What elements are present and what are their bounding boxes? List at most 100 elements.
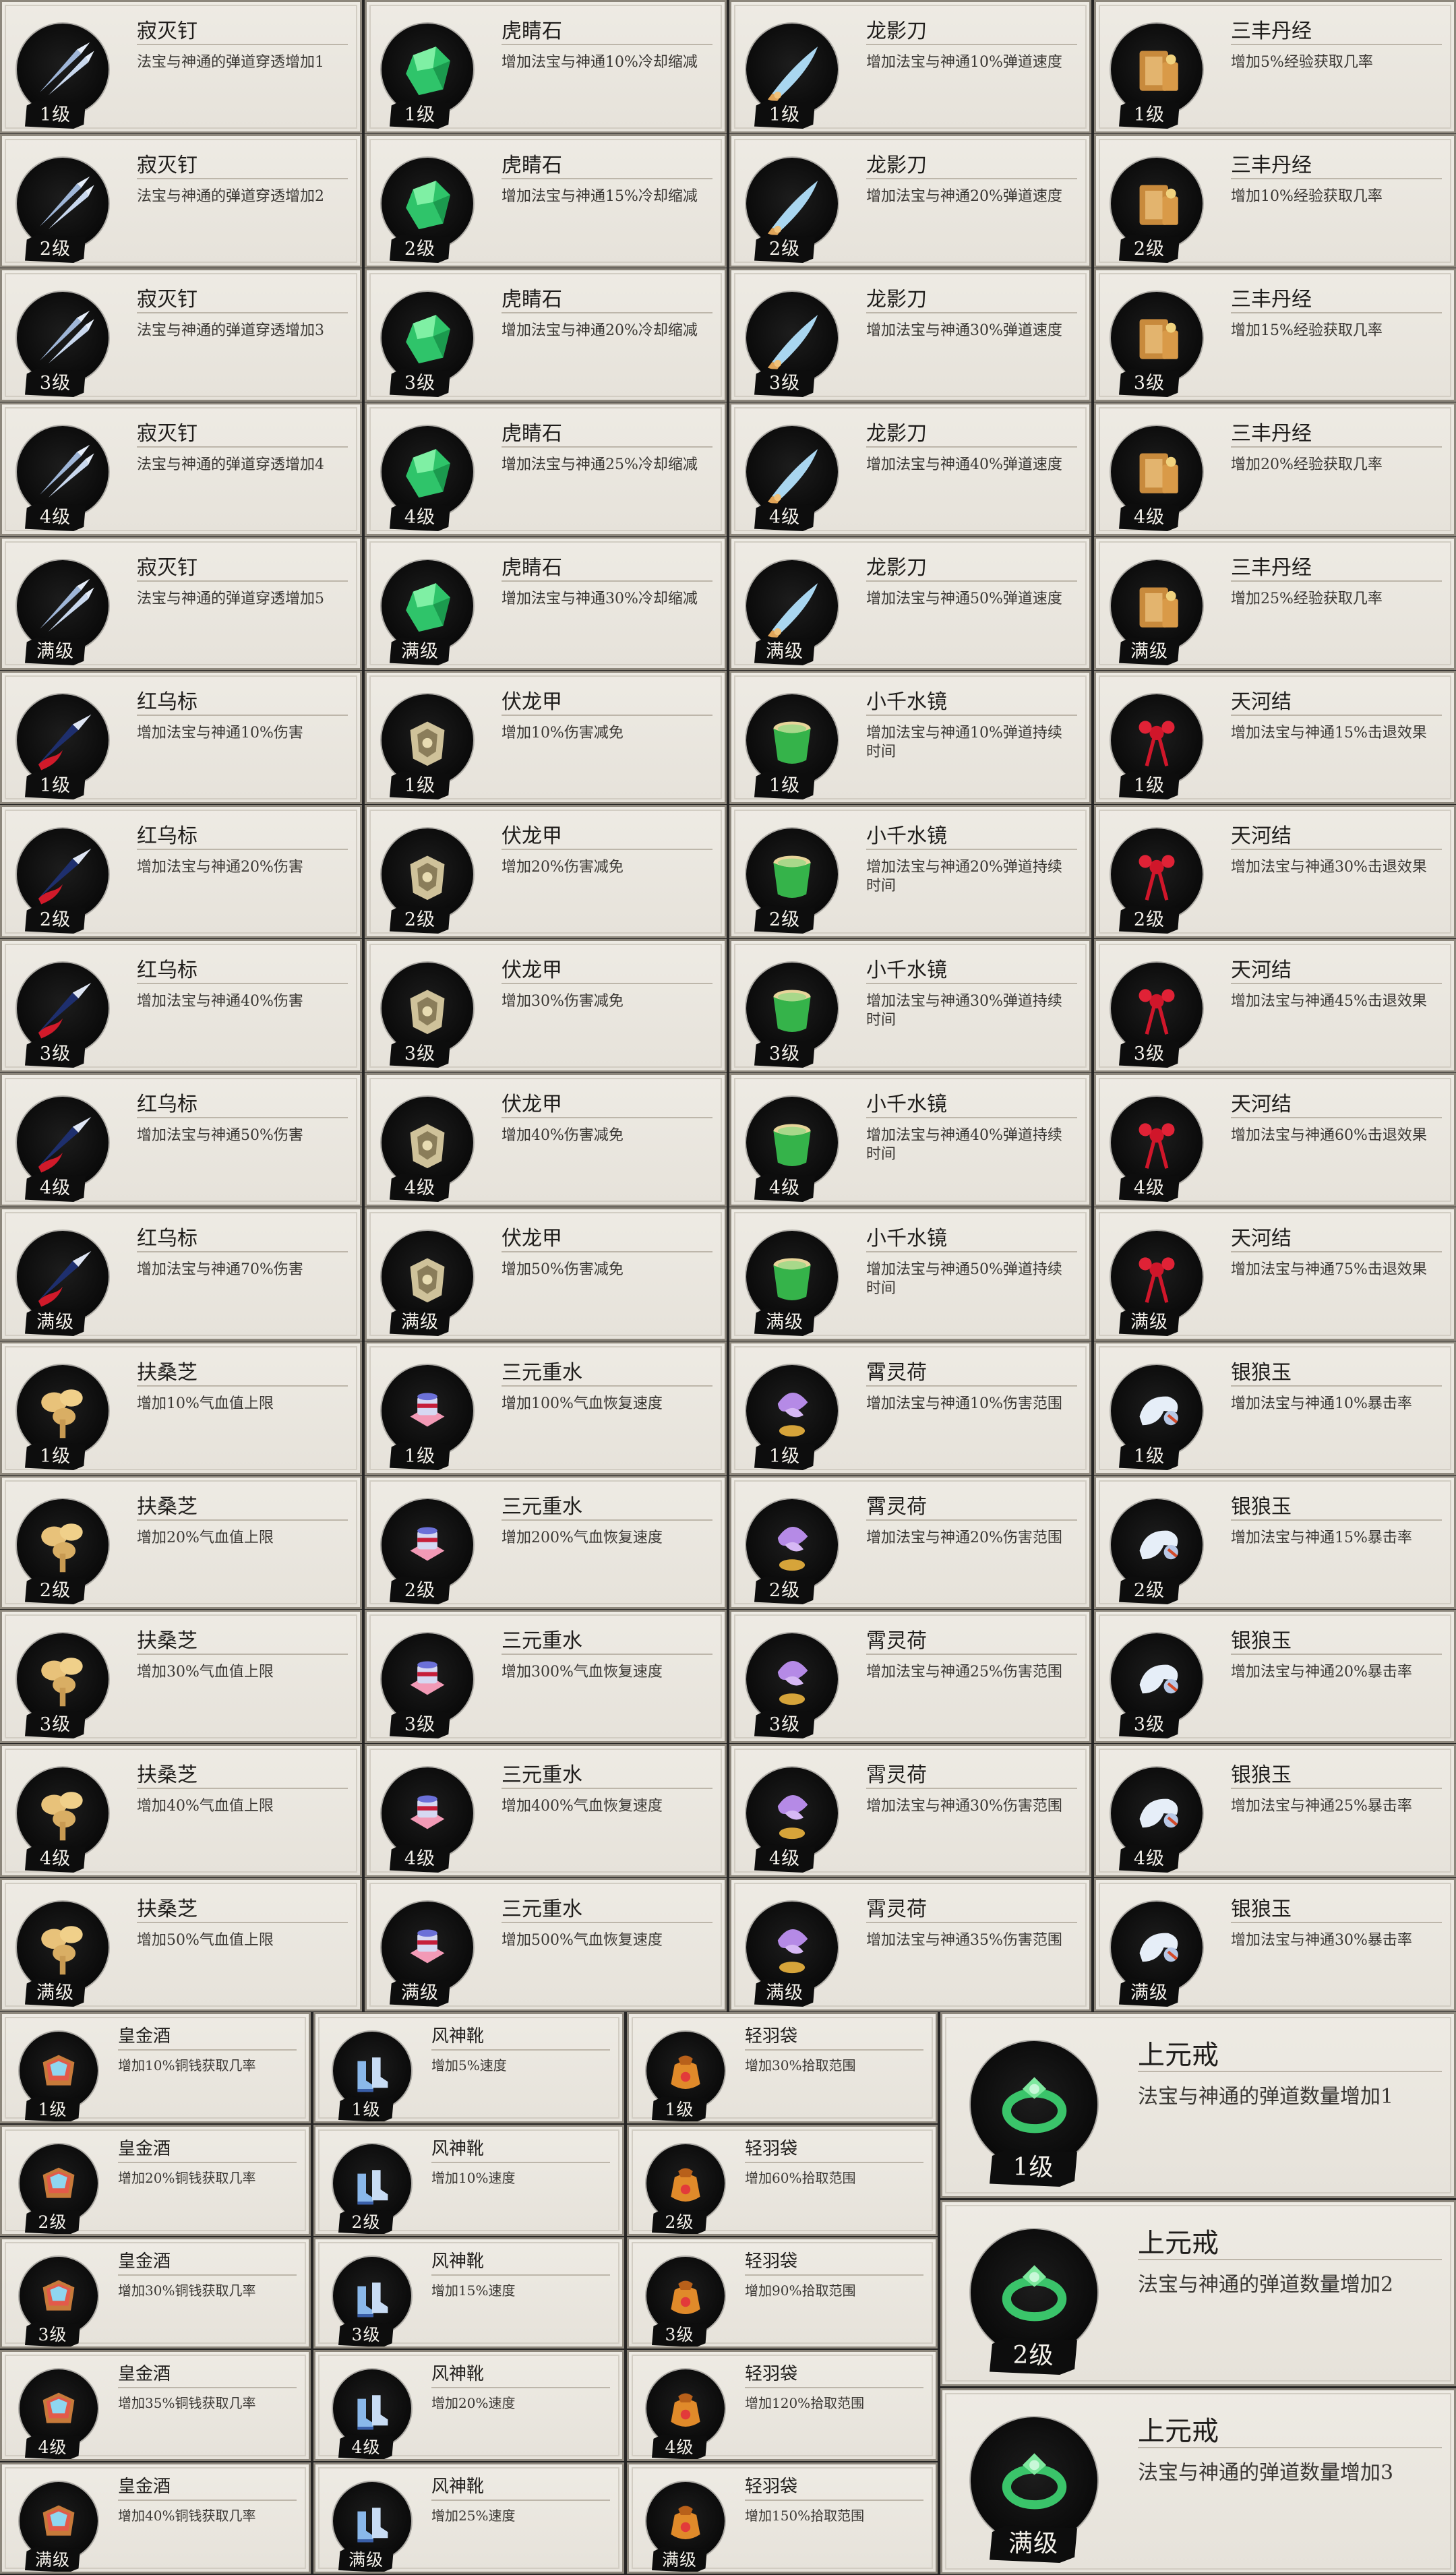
item-card[interactable]: 3级 银狼玉 增加法宝与神通20%暴击率	[1094, 1610, 1456, 1743]
item-description: 增加法宝与神通20%冷却缩减	[502, 322, 698, 339]
item-card[interactable]: 1级 天河结 增加法宝与神通15%击退效果	[1094, 671, 1456, 804]
item-card[interactable]: 2级 风神靴 增加10%速度	[313, 2125, 624, 2236]
item-card[interactable]: 3级 小千水镜 增加法宝与神通30%弹道持续时间	[729, 939, 1091, 1072]
title-divider	[137, 715, 348, 716]
item-card[interactable]: 3级 虎睛石 增加法宝与神通20%冷却缩减	[365, 268, 727, 402]
item-card[interactable]: 2级 霄灵荷 增加法宝与神通20%伤害范围	[729, 1476, 1091, 1609]
item-card[interactable]: 4级 霄灵荷 增加法宝与神通30%伤害范围	[729, 1744, 1091, 1877]
item-card[interactable]: 2级 皇金酒 增加20%铜钱获取几率	[0, 2125, 311, 2236]
item-card[interactable]: 1级 红乌标 增加法宝与神通10%伤害	[0, 671, 362, 804]
item-card[interactable]: 4级 伏龙甲 增加40%伤害减免	[365, 1073, 727, 1207]
item-card[interactable]: 3级 天河结 增加法宝与神通45%击退效果	[1094, 939, 1456, 1072]
item-card[interactable]: 1级 三丰丹经 增加5%经验获取几率	[1094, 0, 1456, 133]
item-card[interactable]: 2级 三元重水 增加200%气血恢复速度	[365, 1476, 727, 1609]
level-badge: 2级	[338, 2209, 394, 2234]
item-card[interactable]: 2级 寂灭钉 法宝与神通的弹道穿透增加2	[0, 134, 362, 268]
item-card[interactable]: 4级 红乌标 增加法宝与神通50%伤害	[0, 1073, 362, 1207]
lotus-icon	[746, 1902, 838, 1993]
level-badge: 1级	[25, 100, 86, 129]
lotus-icon	[746, 1767, 838, 1859]
level-badge: 4级	[25, 1174, 86, 1202]
item-card[interactable]: 满级 上元戒 法宝与神通的弹道数量增加3	[940, 2388, 1456, 2574]
item-card[interactable]: 1级 银狼玉 增加法宝与神通10%暴击率	[1094, 1341, 1456, 1475]
item-card[interactable]: 4级 虎睛石 增加法宝与神通25%冷却缩减	[365, 402, 727, 536]
item-card[interactable]: 3级 寂灭钉 法宝与神通的弹道穿透增加3	[0, 268, 362, 402]
item-description: 法宝与神通的弹道穿透增加1	[137, 54, 324, 71]
item-card[interactable]: 4级 风神靴 增加20%速度	[313, 2350, 624, 2461]
item-card[interactable]: 1级 皇金酒 增加10%铜钱获取几率	[0, 2012, 311, 2123]
item-card[interactable]: 满级 轻羽袋 增加150%拾取范围	[627, 2462, 938, 2574]
item-card[interactable]: 1级 伏龙甲 增加10%伤害减免	[365, 671, 727, 804]
item-card[interactable]: 满级 扶桑芝 增加50%气血值上限	[0, 1878, 362, 2011]
item-card[interactable]: 4级 小千水镜 增加法宝与神通40%弹道持续时间	[729, 1073, 1091, 1207]
item-card[interactable]: 满级 银狼玉 增加法宝与神通30%暴击率	[1094, 1878, 1456, 2011]
item-card[interactable]: 3级 龙影刀 增加法宝与神通30%弹道速度	[729, 268, 1091, 402]
item-card[interactable]: 3级 三丰丹经 增加15%经验获取几率	[1094, 268, 1456, 402]
item-card[interactable]: 满级 伏龙甲 增加50%伤害减免	[365, 1207, 727, 1341]
level-badge: 1级	[390, 100, 450, 129]
item-card[interactable]: 2级 三丰丹经 增加10%经验获取几率	[1094, 134, 1456, 268]
item-card[interactable]: 满级 寂灭钉 法宝与神通的弹道穿透增加5	[0, 537, 362, 670]
item-card[interactable]: 4级 三元重水 增加400%气血恢复速度	[365, 1744, 727, 1877]
item-card[interactable]: 1级 霄灵荷 增加法宝与神通10%伤害范围	[729, 1341, 1091, 1475]
item-card[interactable]: 4级 龙影刀 增加法宝与神通40%弹道速度	[729, 402, 1091, 536]
item-card[interactable]: 3级 扶桑芝 增加30%气血值上限	[0, 1610, 362, 1743]
title-divider	[1231, 1654, 1442, 1655]
item-description: 增加20%铜钱获取几率	[118, 2170, 256, 2186]
item-card[interactable]: 3级 皇金酒 增加30%铜钱获取几率	[0, 2237, 311, 2349]
item-card[interactable]: 满级 虎睛石 增加法宝与神通30%冷却缩减	[365, 537, 727, 670]
item-card[interactable]: 2级 小千水镜 增加法宝与神通20%弹道持续时间	[729, 805, 1091, 938]
item-card[interactable]: 满级 龙影刀 增加法宝与神通50%弹道速度	[729, 537, 1091, 670]
level-badge: 3级	[25, 2322, 80, 2346]
level-badge: 3级	[25, 1710, 86, 1738]
item-card[interactable]: 2级 扶桑芝 增加20%气血值上限	[0, 1476, 362, 1609]
item-card[interactable]: 2级 龙影刀 增加法宝与神通20%弹道速度	[729, 134, 1091, 268]
item-card[interactable]: 3级 霄灵荷 增加法宝与神通25%伤害范围	[729, 1610, 1091, 1743]
level-badge: 满级	[1119, 637, 1180, 665]
item-card[interactable]: 4级 银狼玉 增加法宝与神通25%暴击率	[1094, 1744, 1456, 1877]
title-divider	[1231, 1519, 1442, 1521]
item-card[interactable]: 4级 天河结 增加法宝与神通60%击退效果	[1094, 1073, 1456, 1207]
item-card[interactable]: 4级 轻羽袋 增加120%拾取范围	[627, 2350, 938, 2461]
blade-icon	[746, 24, 838, 115]
item-card[interactable]: 1级 龙影刀 增加法宝与神通10%弹道速度	[729, 0, 1091, 133]
item-card[interactable]: 2级 天河结 增加法宝与神通30%击退效果	[1094, 805, 1456, 938]
item-name: 寂灭钉	[137, 288, 198, 311]
item-card[interactable]: 1级 三元重水 增加100%气血恢复速度	[365, 1341, 727, 1475]
item-card[interactable]: 1级 风神靴 增加5%速度	[313, 2012, 624, 2123]
item-card[interactable]: 3级 伏龙甲 增加30%伤害减免	[365, 939, 727, 1072]
item-description: 增加15%速度	[431, 2282, 516, 2299]
item-card[interactable]: 1级 虎睛石 增加法宝与神通10%冷却缩减	[365, 0, 727, 133]
item-card[interactable]: 满级 皇金酒 增加40%铜钱获取几率	[0, 2462, 311, 2574]
item-card[interactable]: 满级 三元重水 增加500%气血恢复速度	[365, 1878, 727, 2011]
item-card[interactable]: 满级 风神靴 增加25%速度	[313, 2462, 624, 2574]
item-card[interactable]: 4级 皇金酒 增加35%铜钱获取几率	[0, 2350, 311, 2461]
item-card[interactable]: 满级 红乌标 增加法宝与神通70%伤害	[0, 1207, 362, 1341]
item-card[interactable]: 4级 扶桑芝 增加40%气血值上限	[0, 1744, 362, 1877]
item-card[interactable]: 4级 三丰丹经 增加20%经验获取几率	[1094, 402, 1456, 536]
item-card[interactable]: 满级 天河结 增加法宝与神通75%击退效果	[1094, 1207, 1456, 1341]
item-card[interactable]: 3级 红乌标 增加法宝与神通40%伤害	[0, 939, 362, 1072]
item-card[interactable]: 2级 轻羽袋 增加60%拾取范围	[627, 2125, 938, 2236]
item-description: 增加法宝与神通10%弹道持续时间	[866, 725, 1062, 760]
item-card[interactable]: 4级 寂灭钉 法宝与神通的弹道穿透增加4	[0, 402, 362, 536]
item-card[interactable]: 1级 轻羽袋 增加30%拾取范围	[627, 2012, 938, 2123]
title-divider	[137, 1385, 348, 1387]
item-card[interactable]: 1级 上元戒 法宝与神通的弹道数量增加1	[940, 2012, 1456, 2198]
item-card[interactable]: 满级 小千水镜 增加法宝与神通50%弹道持续时间	[729, 1207, 1091, 1341]
item-card[interactable]: 1级 寂灭钉 法宝与神通的弹道穿透增加1	[0, 0, 362, 133]
item-card[interactable]: 1级 扶桑芝 增加10%气血值上限	[0, 1341, 362, 1475]
item-card[interactable]: 满级 霄灵荷 增加法宝与神通35%伤害范围	[729, 1878, 1091, 2011]
item-card[interactable]: 2级 伏龙甲 增加20%伤害减免	[365, 805, 727, 938]
item-card[interactable]: 1级 小千水镜 增加法宝与神通10%弹道持续时间	[729, 671, 1091, 804]
item-card[interactable]: 2级 虎睛石 增加法宝与神通15%冷却缩减	[365, 134, 727, 268]
item-description: 增加法宝与神通15%冷却缩减	[502, 188, 698, 205]
title-divider	[137, 580, 348, 582]
item-card[interactable]: 3级 风神靴 增加15%速度	[313, 2237, 624, 2349]
item-card[interactable]: 2级 红乌标 增加法宝与神通20%伤害	[0, 805, 362, 938]
item-card[interactable]: 满级 三丰丹经 增加25%经验获取几率	[1094, 537, 1456, 670]
item-card[interactable]: 3级 三元重水 增加300%气血恢复速度	[365, 1610, 727, 1743]
item-card[interactable]: 3级 轻羽袋 增加90%拾取范围	[627, 2237, 938, 2349]
item-card[interactable]: 2级 银狼玉 增加法宝与神通15%暴击率	[1094, 1476, 1456, 1609]
item-card[interactable]: 2级 上元戒 法宝与神通的弹道数量增加2	[940, 2200, 1456, 2386]
